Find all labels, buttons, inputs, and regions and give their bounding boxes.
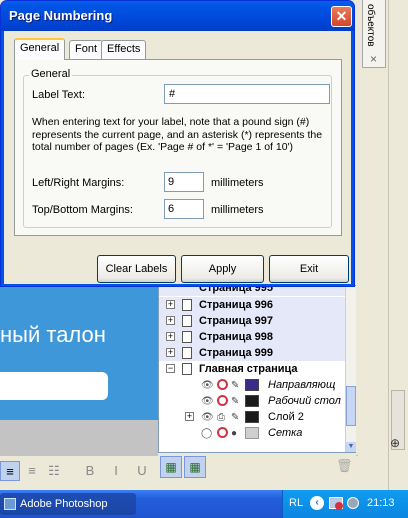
pencil-icon[interactable]: ✎ bbox=[231, 410, 239, 426]
tree-row-label: Страница 996 bbox=[199, 299, 273, 311]
objects-side-tab-label: объектов bbox=[365, 4, 376, 47]
layer-row[interactable]: 👁 ✎ Направляющ bbox=[159, 377, 345, 393]
eye-icon[interactable]: 👁 bbox=[201, 394, 214, 410]
page-icon bbox=[182, 347, 192, 359]
lr-margin-input[interactable] bbox=[164, 172, 204, 192]
tab-effects[interactable]: Effects bbox=[101, 40, 147, 59]
lr-margin-caption: Left/Right Margins: bbox=[32, 177, 125, 189]
dialog-title: Page Numbering bbox=[9, 8, 113, 23]
tree-row[interactable]: + Страница 998 bbox=[159, 329, 345, 345]
tree-panel-footer: ▦ ▦ 🗑 bbox=[158, 453, 356, 481]
canvas-input-shape bbox=[0, 372, 108, 400]
language-indicator[interactable]: RL bbox=[289, 497, 303, 509]
underline-icon[interactable]: U bbox=[132, 461, 152, 481]
tb-margin-caption: Top/Bottom Margins: bbox=[32, 204, 133, 216]
label-text-caption: Label Text: bbox=[32, 89, 86, 101]
layer-label: Слой 2 bbox=[268, 411, 304, 423]
eye-icon[interactable]: 👁 bbox=[201, 378, 214, 394]
help-text: When entering text for your label, note … bbox=[32, 116, 323, 153]
zoom-icon[interactable]: ⊕ bbox=[390, 436, 400, 450]
close-icon[interactable]: ✕ bbox=[331, 6, 352, 27]
taskbar-app-label: Adobe Photoshop bbox=[20, 498, 108, 510]
tree-row-label: Главная страница bbox=[199, 363, 298, 375]
new-layer-icon[interactable]: ▦ bbox=[160, 456, 182, 478]
layer-row[interactable]: + 👁 ⎙ ✎ Слой 2 bbox=[159, 409, 345, 425]
pencil-icon[interactable]: ✎ bbox=[231, 394, 239, 410]
photoshop-icon bbox=[4, 498, 16, 510]
tree-scrollbar-thumb[interactable] bbox=[346, 386, 356, 426]
layer-color-swatch[interactable] bbox=[245, 379, 259, 391]
apply-button[interactable]: Apply bbox=[181, 255, 264, 283]
layer-color-swatch[interactable] bbox=[245, 427, 259, 439]
exit-button[interactable]: Exit bbox=[269, 255, 349, 283]
tab-font[interactable]: Font bbox=[69, 40, 104, 59]
scroll-down-icon[interactable]: ▼ bbox=[346, 442, 356, 452]
align-center-icon[interactable]: ≡ bbox=[22, 461, 42, 481]
tree-row[interactable]: + Страница 997 bbox=[159, 313, 345, 329]
align-right-icon[interactable]: ☷ bbox=[44, 461, 64, 481]
italic-icon[interactable]: I bbox=[106, 461, 126, 481]
lock-icon[interactable]: ● bbox=[231, 426, 237, 442]
dialog-titlebar[interactable]: Page Numbering ✕ bbox=[1, 1, 354, 31]
expand-icon[interactable]: + bbox=[166, 316, 175, 325]
new-master-layer-icon[interactable]: ▦ bbox=[184, 456, 206, 478]
tree-scrollbar[interactable]: ▼ bbox=[345, 286, 356, 452]
pages-layers-tree: Страница 995 + Страница 996 + Страница 9… bbox=[158, 280, 356, 453]
tree-row-label: Страница 998 bbox=[199, 331, 273, 343]
clear-labels-button[interactable]: Clear Labels bbox=[97, 255, 176, 283]
eye-icon[interactable]: 👁 bbox=[201, 410, 214, 426]
page-numbering-dialog: Page Numbering ✕ General Font Effects Ge… bbox=[0, 0, 355, 287]
lr-margin-unit: millimeters bbox=[211, 177, 264, 189]
page-icon bbox=[182, 315, 192, 327]
layer-label: Направляющ bbox=[268, 379, 336, 391]
tb-margin-input[interactable] bbox=[164, 199, 204, 219]
groupbox-title: General bbox=[29, 68, 73, 80]
expand-icon[interactable]: + bbox=[185, 412, 194, 421]
dialog-body: General Font Effects General Label Text:… bbox=[4, 31, 351, 284]
page-icon bbox=[182, 331, 192, 343]
canvas-gray-region bbox=[0, 420, 158, 455]
tree-row-master-page[interactable]: − Главная страница bbox=[159, 361, 345, 377]
tree-row[interactable]: + Страница 996 bbox=[159, 297, 345, 313]
canvas-heading: ный талон bbox=[0, 322, 106, 347]
taskbar: Adobe Photoshop RL ‹ 21:13 bbox=[0, 490, 408, 518]
side-panel-close-icon[interactable]: × bbox=[370, 52, 377, 66]
layer-label: Сетка bbox=[268, 427, 303, 439]
delete-icon[interactable]: 🗑 bbox=[336, 458, 353, 474]
show-hidden-icons-icon[interactable]: ‹ bbox=[310, 496, 324, 510]
tree-row-label: Страница 997 bbox=[199, 315, 273, 327]
tree-row-label: Страница 999 bbox=[199, 347, 273, 359]
layer-color-swatch[interactable] bbox=[245, 395, 259, 407]
layer-row[interactable]: 👁 ✎ Рабочий стол bbox=[159, 393, 345, 409]
pencil-icon[interactable]: ✎ bbox=[231, 378, 239, 394]
label-text-input[interactable] bbox=[164, 84, 330, 104]
bold-icon[interactable]: B bbox=[80, 461, 100, 481]
layer-label: Рабочий стол bbox=[268, 395, 341, 407]
page-icon bbox=[182, 299, 192, 311]
network-error-icon bbox=[335, 502, 343, 510]
printer-icon[interactable]: ⎙ bbox=[217, 410, 225, 426]
eye-closed-icon[interactable]: ◯ bbox=[201, 426, 212, 442]
tb-margin-unit: millimeters bbox=[211, 204, 264, 216]
expand-icon[interactable]: + bbox=[166, 300, 175, 309]
clock[interactable]: 21:13 bbox=[367, 497, 395, 509]
no-print-icon[interactable] bbox=[217, 379, 228, 390]
align-left-icon[interactable]: ≡ bbox=[0, 461, 20, 481]
system-tray: RL ‹ 21:13 bbox=[282, 490, 408, 518]
expand-icon[interactable]: + bbox=[166, 332, 175, 341]
volume-icon[interactable] bbox=[347, 497, 359, 509]
collapse-icon[interactable]: − bbox=[166, 364, 175, 373]
no-print-icon[interactable] bbox=[217, 395, 228, 406]
tree-row[interactable]: + Страница 999 bbox=[159, 345, 345, 361]
layer-row[interactable]: ◯ ● Сетка bbox=[159, 425, 345, 441]
taskbar-app-button[interactable]: Adobe Photoshop bbox=[0, 493, 136, 515]
expand-icon[interactable]: + bbox=[166, 348, 175, 357]
tab-general[interactable]: General bbox=[14, 38, 66, 60]
layer-color-swatch[interactable] bbox=[245, 411, 259, 423]
page-icon bbox=[182, 363, 192, 375]
no-print-icon[interactable] bbox=[217, 427, 228, 438]
